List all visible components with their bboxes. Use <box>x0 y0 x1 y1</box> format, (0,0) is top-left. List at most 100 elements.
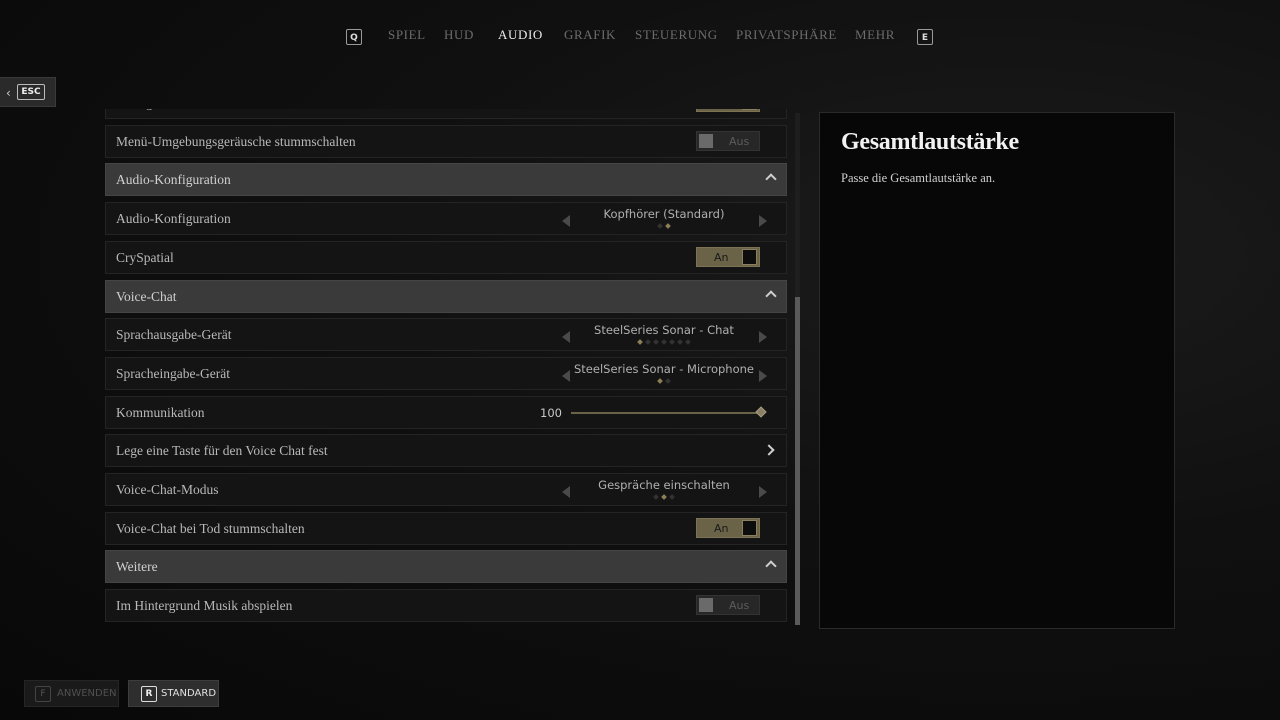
setting-row-lege-eine-taste-für-den-voice-chat-fest[interactable]: Lege eine Taste für den Voice Chat fest <box>105 434 787 468</box>
setting-row-audio-konfiguration[interactable]: Audio-Konfiguration Kopfhörer (Standard) <box>105 202 787 236</box>
tab-hud[interactable]: HUD <box>444 27 474 43</box>
setting-row-cryspatial[interactable]: CrySpatial An <box>105 240 787 274</box>
chevron-up-icon[interactable] <box>765 289 777 302</box>
setting-label: Spracheingabe-Gerät <box>116 365 230 381</box>
arrow-right-icon[interactable] <box>759 369 767 382</box>
setting-label: CrySpatial <box>116 249 174 265</box>
setting-row-dialog-untertitel[interactable]: Dialog-Untertitel An <box>105 109 787 119</box>
setting-label: Menü-Umgebungsgeräusche stummschalten <box>116 133 356 149</box>
esc-key-hint: ESC <box>17 84 45 100</box>
setting-label: Voice-Chat bei Tod stummschalten <box>116 520 305 536</box>
option-dot <box>637 339 643 346</box>
apply-button[interactable]: F ANWENDEN <box>24 680 119 707</box>
section-header-audio-konfiguration[interactable]: Audio-Konfiguration <box>105 163 787 197</box>
slider-handle[interactable] <box>755 405 767 418</box>
chevron-right-icon[interactable] <box>763 444 775 456</box>
toggle-switch[interactable]: An <box>696 109 760 112</box>
option-dot <box>645 339 651 346</box>
reset-key-hint: R <box>141 686 157 702</box>
toggle-knob <box>699 598 713 613</box>
setting-label: Voice-Chat-Modus <box>116 482 219 497</box>
setting-label: Audio-Konfiguration <box>116 211 231 227</box>
option-dot <box>657 223 663 229</box>
scrollbar-thumb[interactable] <box>795 297 800 625</box>
setting-row-sprachausgabe-gerät[interactable]: Sprachausgabe-Gerät SteelSeries Sonar - C… <box>105 318 787 352</box>
option-indicator <box>571 494 757 501</box>
toggle-switch[interactable]: An <box>696 246 760 267</box>
setting-row-im-hintergrund-musik-abspielen[interactable]: Im Hintergrund Musik abspielen Aus <box>105 589 787 623</box>
option-dot <box>669 339 675 346</box>
setting-description-panel: Gesamtlautstärke Passe die Gesamtlautstä… <box>819 112 1175 629</box>
toggle-switch[interactable]: An <box>696 517 760 538</box>
tab-spiel[interactable]: SPIEL <box>388 27 426 43</box>
arrow-right-icon[interactable] <box>759 486 767 498</box>
back-button[interactable]: ‹ ESC <box>0 77 56 107</box>
selector-value: SteelSeries Sonar - Chat <box>594 323 734 338</box>
toggle-state-label: An <box>714 521 729 535</box>
section-header-weitere[interactable]: Weitere <box>105 550 787 584</box>
tab-privatsphaere[interactable]: PRIVATSPHÄRE <box>736 27 837 43</box>
chevron-left-icon: ‹ <box>6 86 11 100</box>
setting-label: Sprachausgabe-Gerät <box>116 327 232 343</box>
tab-audio[interactable]: AUDIO <box>498 27 543 43</box>
tab-grafik[interactable]: GRAFIK <box>564 27 616 43</box>
option-indicator <box>571 223 757 230</box>
toggle-knob <box>742 109 757 110</box>
settings-scrollbar[interactable] <box>795 113 800 625</box>
prev-tab-key-hint[interactable]: Q <box>346 29 362 45</box>
slider-value: 100 <box>540 405 562 420</box>
selector-value: Kopfhörer (Standard) <box>603 207 725 222</box>
settings-list: Dialog-Untertitel An Menü-Umgebungsgeräusc… <box>105 109 787 627</box>
toggle-switch[interactable]: Aus <box>696 595 760 616</box>
apply-label: ANWENDEN <box>57 688 117 699</box>
setting-label: Kommunikation <box>116 404 205 420</box>
volume-slider[interactable] <box>571 405 767 418</box>
toggle-knob <box>742 519 757 536</box>
chevron-up-icon[interactable] <box>765 560 777 573</box>
setting-row-spracheingabe-gerät[interactable]: Spracheingabe-Gerät SteelSeries Sonar - M… <box>105 356 787 390</box>
next-tab-key-hint[interactable]: E <box>917 29 933 45</box>
setting-row-voice-chat-bei-tod-stummschalten[interactable]: Voice-Chat bei Tod stummschalten An <box>105 511 787 545</box>
arrow-right-icon[interactable] <box>759 215 767 228</box>
toggle-knob <box>699 133 713 148</box>
setting-label: Lege eine Taste für den Voice Chat fest <box>116 443 328 459</box>
arrow-right-icon[interactable] <box>759 331 767 344</box>
setting-label: Im Hintergrund Musik abspielen <box>116 598 293 614</box>
toggle-state-label: Aus <box>729 134 750 148</box>
tab-mehr[interactable]: MEHR <box>855 27 895 43</box>
setting-row-voice-chat-modus[interactable]: Voice-Chat-Modus Gespräche einschalten <box>105 473 787 506</box>
option-dot <box>665 223 671 229</box>
arrow-left-icon[interactable] <box>562 331 570 344</box>
option-dot <box>669 494 675 500</box>
option-dot <box>657 378 663 384</box>
section-header-voice-chat[interactable]: Voice-Chat <box>105 279 787 313</box>
option-indicator <box>571 339 757 346</box>
section-header-label: Weitere <box>116 559 158 575</box>
top-tab-bar: Q SPIEL HUD AUDIO GRAFIK STEUERUNG PRIVA… <box>0 26 1280 48</box>
toggle-knob <box>742 248 757 265</box>
reset-defaults-button[interactable]: R STANDARD <box>128 680 219 707</box>
arrow-left-icon[interactable] <box>562 369 570 382</box>
selector-value: Gespräche einschalten <box>598 478 730 492</box>
option-dot <box>661 494 667 500</box>
setting-row-kommunikation[interactable]: Kommunikation 100 <box>105 395 787 429</box>
setting-label: Dialog-Untertitel <box>116 109 209 111</box>
description-text: Passe die Gesamtlautstärke an. <box>841 171 996 185</box>
selector-value: SteelSeries Sonar - Microphone <box>574 361 754 376</box>
section-header-label: Audio-Konfiguration <box>116 172 231 188</box>
option-dot <box>653 494 659 500</box>
setting-row-menü-umgebungsgeräusche-stummschalten[interactable]: Menü-Umgebungsgeräusche stummschalten Aus <box>105 124 787 158</box>
option-dot <box>665 378 671 384</box>
option-dot <box>677 339 683 346</box>
option-indicator <box>571 378 757 385</box>
chevron-up-icon[interactable] <box>765 173 777 186</box>
arrow-left-icon[interactable] <box>562 215 570 228</box>
reset-label: STANDARD <box>161 688 217 699</box>
description-title: Gesamtlautstärke <box>841 129 1019 155</box>
tab-steuerung[interactable]: STEUERUNG <box>635 27 718 43</box>
arrow-left-icon[interactable] <box>562 486 570 498</box>
slider-fill <box>571 411 761 414</box>
toggle-switch[interactable]: Aus <box>696 130 760 151</box>
option-dot <box>653 339 659 346</box>
toggle-state-label: Aus <box>729 599 750 613</box>
